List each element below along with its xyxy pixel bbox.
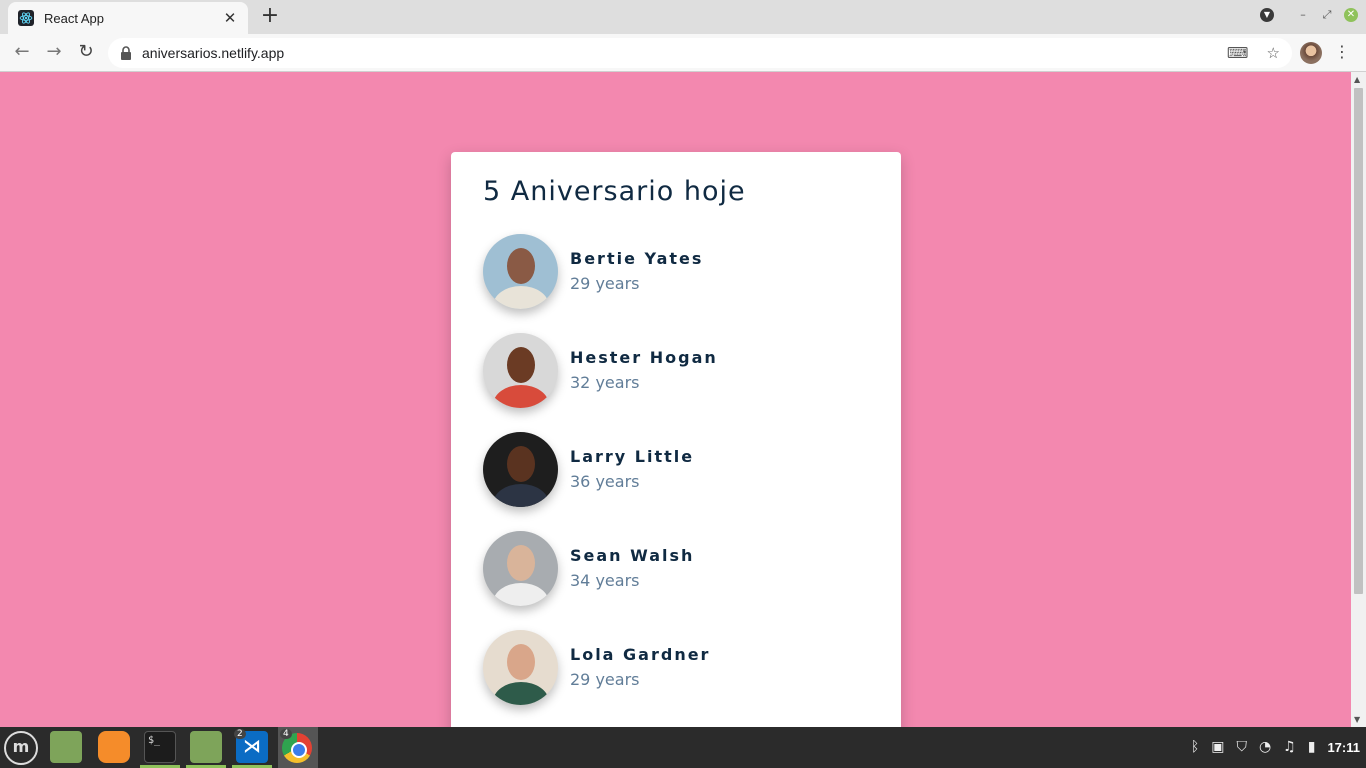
person-info: Larry Little 36 years: [570, 447, 694, 491]
tab-react-app[interactable]: React App ✕: [8, 2, 248, 34]
reload-icon[interactable]: ↻: [74, 41, 98, 65]
shield-icon[interactable]: ⛉: [1236, 739, 1247, 755]
tab-strip: React App ✕ + ▼ – ⤢ ✕: [0, 0, 1366, 34]
avatar: [483, 332, 558, 408]
avatar: [483, 431, 558, 507]
people-list: Bertie Yates 29 years Hester Hogan 32 years…: [483, 233, 869, 705]
avatar: [483, 629, 558, 705]
person-age: 32 years: [570, 373, 640, 392]
address-bar[interactable]: aniversarios.netlify.app ⌨ ☆: [108, 38, 1292, 68]
person-item: Bertie Yates 29 years: [483, 233, 869, 309]
person-name: Lola Gardner: [570, 645, 711, 664]
translate-icon[interactable]: ⌨: [1227, 44, 1249, 62]
page-viewport: 5 Aniversario hoje Bertie Yates 29 years H…: [0, 72, 1351, 727]
scroll-thumb[interactable]: [1354, 88, 1363, 594]
lock-icon: [121, 46, 131, 60]
os-taskbar: m $_ ⋊ 2 4 ᛒ ▣ ⛉ ◔ ♫ ▮ 17:11: [0, 727, 1366, 768]
wifi-icon[interactable]: ◔: [1259, 739, 1271, 755]
person-name: Larry Little: [570, 447, 695, 466]
omnibox-actions: ⌨ ☆: [1227, 44, 1280, 62]
person-name: Sean Walsh: [570, 546, 695, 565]
birthday-card: 5 Aniversario hoje Bertie Yates 29 years H…: [451, 152, 901, 727]
person-age: 29 years: [570, 274, 640, 293]
react-icon: [18, 10, 34, 26]
person-age: 34 years: [570, 571, 640, 590]
person-age: 36 years: [570, 472, 640, 491]
sound-icon[interactable]: ♫: [1283, 739, 1296, 755]
person-name: Bertie Yates: [570, 249, 704, 268]
restore-icon[interactable]: ⤢: [1320, 8, 1334, 22]
person-info: Hester Hogan 32 years: [570, 348, 718, 392]
avatar: [483, 530, 558, 606]
mint-menu-icon[interactable]: m: [4, 731, 38, 765]
person-item: Sean Walsh 34 years: [483, 530, 869, 606]
person-info: Lola Gardner 29 years: [570, 645, 710, 689]
firefox-icon[interactable]: [98, 731, 130, 763]
person-age: 29 years: [570, 670, 640, 689]
kebab-menu-icon[interactable]: ⋮: [1334, 42, 1350, 61]
tab-title: React App: [44, 10, 104, 26]
person-item: Lola Gardner 29 years: [483, 629, 869, 705]
bookmark-star-icon[interactable]: ☆: [1267, 44, 1280, 62]
chrome-taskbar-button[interactable]: 4: [278, 727, 318, 768]
person-info: Sean Walsh 34 years: [570, 546, 694, 590]
new-tab-button[interactable]: +: [258, 5, 282, 28]
page-scrollbar[interactable]: ▲ ▼: [1351, 72, 1366, 727]
person-item: Hester Hogan 32 years: [483, 332, 869, 408]
forward-icon[interactable]: →: [42, 41, 66, 65]
battery-icon[interactable]: ▮: [1308, 739, 1316, 755]
tab-close-icon[interactable]: ✕: [222, 9, 238, 27]
system-tray: ᛒ ▣ ⛉ ◔ ♫ ▮ 17:11: [1191, 739, 1360, 755]
bluetooth-icon[interactable]: ᛒ: [1191, 739, 1199, 755]
tab-search-icon[interactable]: ▼: [1260, 8, 1274, 22]
person-item: Larry Little 36 years: [483, 431, 869, 507]
close-window-icon[interactable]: ✕: [1344, 8, 1358, 22]
files-icon[interactable]: [190, 731, 222, 763]
scroll-down-icon[interactable]: ▼: [1354, 715, 1360, 724]
scroll-up-icon[interactable]: ▲: [1354, 75, 1360, 84]
chrome-window-count: 4: [280, 729, 292, 739]
person-info: Bertie Yates 29 years: [570, 249, 703, 293]
page-title: 5 Aniversario hoje: [483, 176, 746, 207]
clock[interactable]: 17:11: [1327, 740, 1360, 755]
vscode-window-count: 2: [234, 729, 246, 739]
back-icon[interactable]: ←: [10, 41, 34, 65]
profile-avatar[interactable]: [1300, 42, 1322, 64]
avatar: [483, 233, 558, 309]
clipboard-icon[interactable]: ▣: [1211, 739, 1224, 755]
person-name: Hester Hogan: [570, 348, 718, 367]
terminal-icon[interactable]: $_: [144, 731, 176, 763]
url-text: aniversarios.netlify.app: [142, 45, 285, 61]
window-controls: ▼ – ⤢ ✕: [1260, 8, 1358, 22]
browser-toolbar: ← → ↻ aniversarios.netlify.app ⌨ ☆ ⋮: [0, 34, 1366, 72]
folder-icon[interactable]: [50, 731, 82, 763]
minimize-icon[interactable]: –: [1296, 8, 1310, 22]
